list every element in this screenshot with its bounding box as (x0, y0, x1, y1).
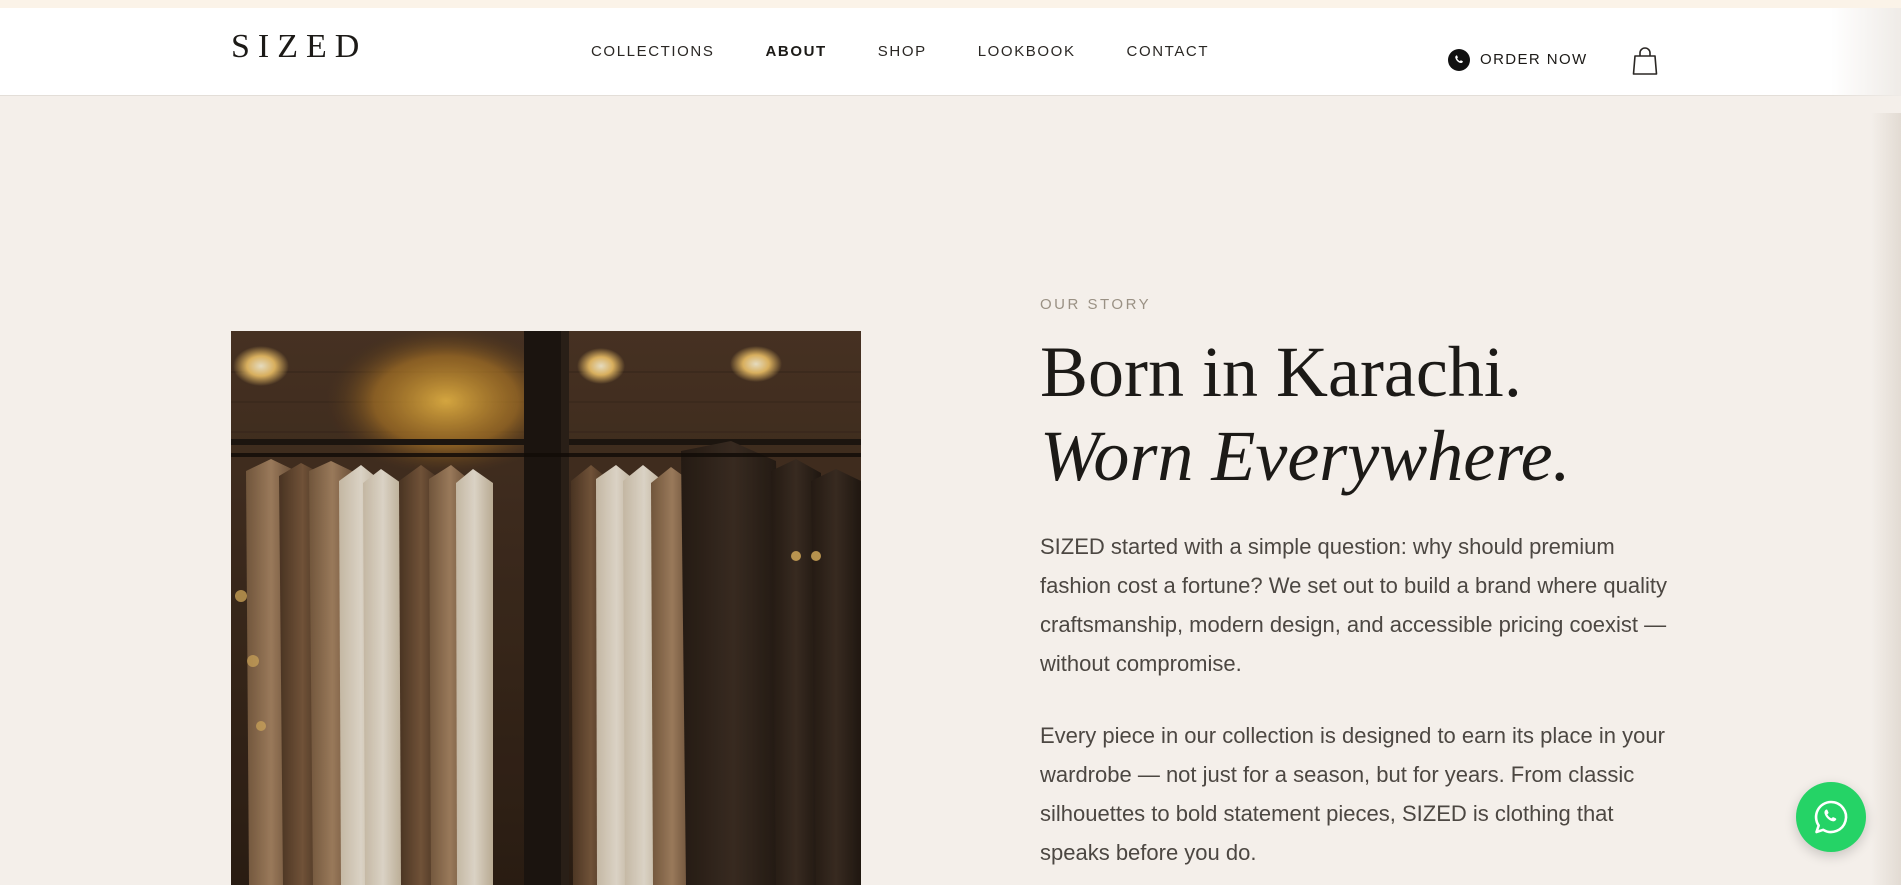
brand-logo[interactable]: SIZED (231, 30, 367, 64)
scroll-edge-shadow (1871, 113, 1901, 885)
whatsapp-icon (1448, 49, 1470, 71)
order-now-label: ORDER NOW (1480, 51, 1588, 68)
header-edge-fade (1831, 8, 1901, 96)
nav-shop[interactable]: SHOP (878, 42, 927, 62)
nav-about[interactable]: ABOUT (765, 42, 826, 62)
nav-contact[interactable]: CONTACT (1127, 42, 1210, 62)
top-announcement-strip (0, 0, 1901, 8)
section-eyebrow: OUR STORY (1040, 296, 1152, 313)
headline-line-2: Worn Everywhere. (1040, 416, 1571, 496)
nav-collections[interactable]: COLLECTIONS (591, 42, 714, 62)
whatsapp-chat-button[interactable] (1796, 782, 1866, 852)
order-now-button[interactable]: ORDER NOW (1447, 48, 1588, 72)
site-header: SIZED COLLECTIONS ABOUT SHOP LOOKBOOK CO… (0, 8, 1901, 96)
story-paragraph-2: Every piece in our collection is designe… (1040, 723, 1665, 865)
nav-lookbook[interactable]: LOOKBOOK (978, 42, 1076, 62)
headline-line-1: Born in Karachi. (1040, 332, 1522, 412)
clothing-rack-photo (231, 331, 861, 885)
main-nav: COLLECTIONS ABOUT SHOP LOOKBOOK CONTACT (591, 42, 1260, 62)
whatsapp-icon (1814, 800, 1848, 834)
story-paragraph-1: SIZED started with a simple question: wh… (1040, 534, 1667, 676)
story-headline: Born in Karachi. Worn Everywhere. (1040, 330, 1571, 498)
shopping-bag-icon[interactable] (1631, 46, 1659, 76)
